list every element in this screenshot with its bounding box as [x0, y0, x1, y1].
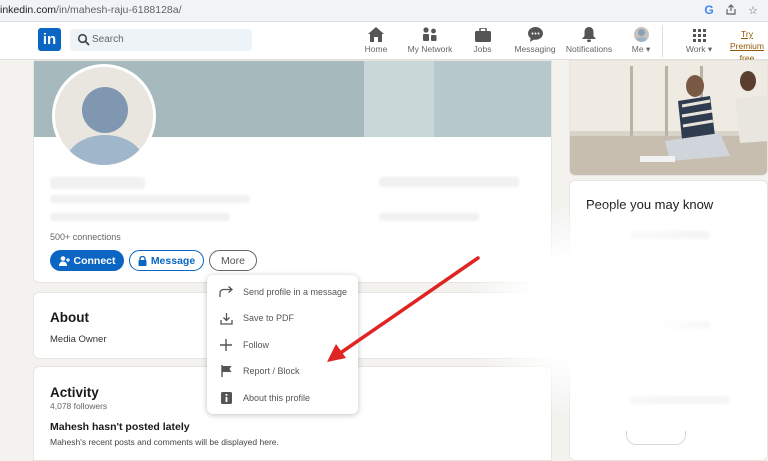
blurred-school — [379, 213, 479, 221]
linkedin-logo[interactable]: in — [38, 28, 61, 51]
dropdown-follow[interactable]: Follow — [207, 332, 358, 358]
connect-button[interactable]: Connect — [50, 250, 124, 271]
message-button[interactable]: Message — [129, 250, 204, 271]
search-input[interactable]: Search — [70, 29, 252, 51]
info-icon — [219, 391, 233, 405]
nav-jobs[interactable]: Jobs — [470, 25, 495, 59]
more-button[interactable]: More — [209, 250, 257, 271]
image-glare — [470, 205, 720, 415]
search-placeholder: Search — [92, 34, 124, 45]
nav-work[interactable]: Work ▾ — [682, 25, 716, 59]
nav-messaging[interactable]: Messaging — [514, 25, 556, 59]
nav-divider — [662, 25, 663, 57]
jobs-icon — [474, 28, 491, 42]
ad-banner[interactable] — [569, 60, 768, 176]
nav-me[interactable]: Me ▾ — [629, 25, 653, 59]
share-arrow-icon — [219, 285, 233, 299]
google-icon[interactable]: G — [702, 3, 716, 17]
dropdown-save-pdf[interactable]: Save to PDF — [207, 305, 358, 331]
search-icon — [77, 33, 90, 46]
dropdown-about-profile[interactable]: About this profile — [207, 385, 358, 411]
activity-empty-title: Mahesh hasn't posted lately — [50, 421, 190, 433]
messaging-icon — [527, 27, 543, 42]
about-text: Media Owner — [50, 334, 107, 345]
connections-count[interactable]: 500+ connections — [50, 232, 121, 242]
blurred-button — [626, 431, 686, 445]
blurred-name — [50, 177, 145, 189]
blurred-company — [379, 177, 519, 187]
chevron-down-icon: ▾ — [645, 44, 651, 54]
browser-address-bar[interactable]: inkedin.com/in/mahesh-raju-6188128a/ G ☆ — [0, 0, 768, 22]
activity-title: Activity — [50, 385, 99, 400]
nav-home[interactable]: Home — [362, 25, 390, 59]
star-icon[interactable]: ☆ — [746, 3, 760, 17]
about-title: About — [50, 310, 89, 325]
share-icon[interactable] — [724, 3, 738, 17]
more-dropdown: Send profile in a message Save to PDF Fo… — [207, 275, 358, 414]
home-icon — [368, 27, 384, 42]
top-navigation: in Search Home My Network Jobs Messaging… — [0, 22, 768, 63]
followers-count[interactable]: 4,078 followers — [50, 401, 107, 411]
flag-icon — [219, 364, 233, 378]
download-icon — [219, 311, 233, 325]
bell-icon — [582, 27, 596, 42]
try-premium-link[interactable]: Try Premium free — [723, 28, 768, 64]
url-text[interactable]: inkedin.com/in/mahesh-raju-6188128a/ — [0, 4, 182, 16]
blurred-headline — [50, 195, 250, 203]
dropdown-report-block[interactable]: Report / Block — [207, 358, 358, 384]
plus-icon — [219, 338, 233, 352]
blurred-location — [50, 213, 230, 221]
nav-notifications[interactable]: Notifications — [565, 25, 613, 59]
network-icon — [423, 27, 437, 41]
profile-avatar[interactable] — [52, 64, 156, 168]
nav-my-network[interactable]: My Network — [405, 25, 455, 59]
dropdown-send-profile[interactable]: Send profile in a message — [207, 279, 358, 305]
avatar — [633, 27, 649, 42]
lock-icon — [138, 255, 147, 266]
ad-photo — [570, 61, 767, 175]
grid-icon — [692, 29, 706, 42]
chevron-down-icon: ▾ — [707, 44, 713, 54]
activity-empty-text: Mahesh's recent posts and comments will … — [50, 437, 279, 447]
add-person-icon — [58, 255, 70, 266]
